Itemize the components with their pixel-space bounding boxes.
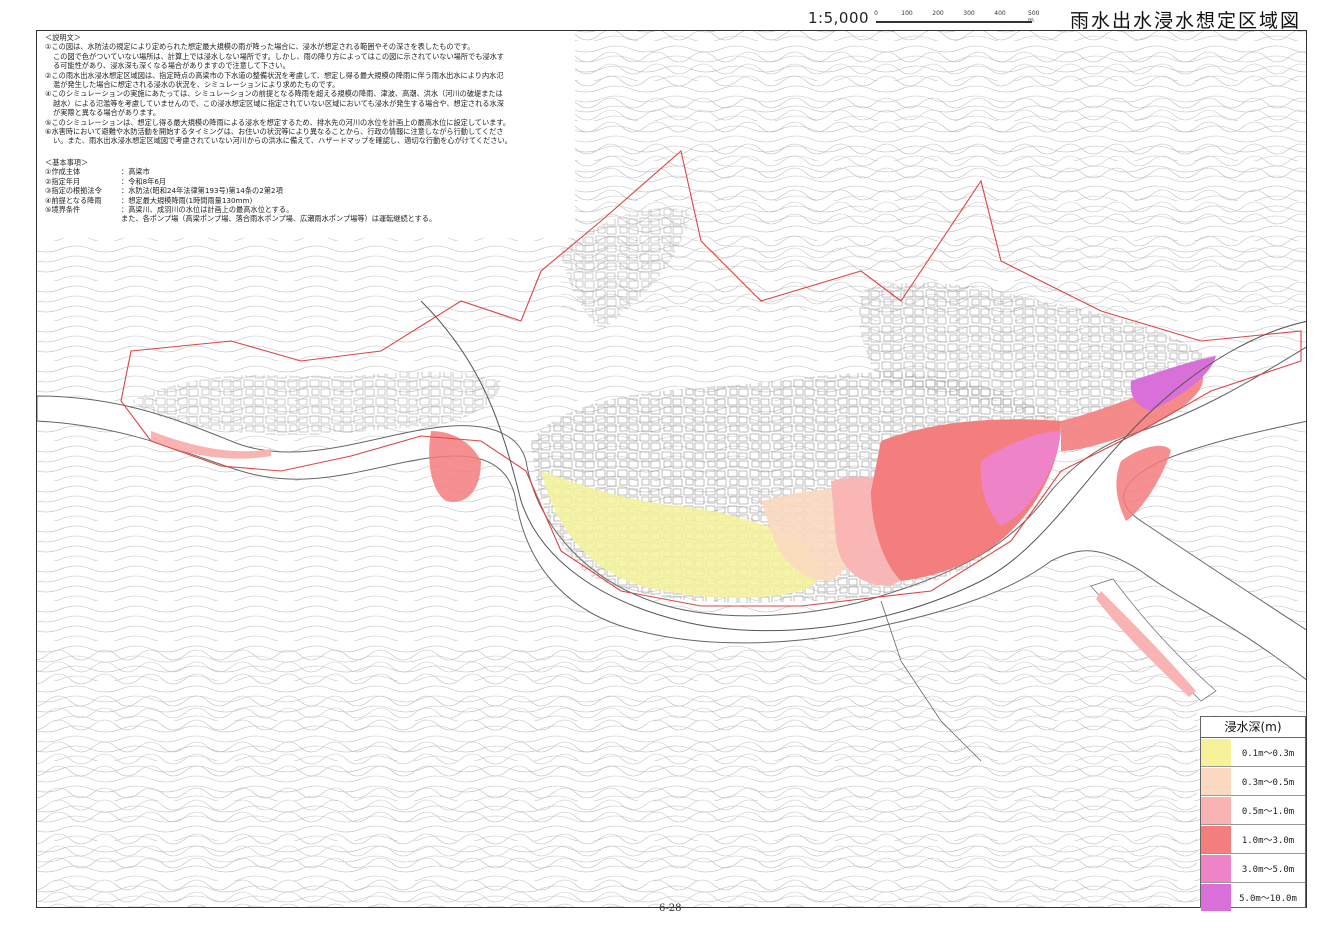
basic-item-label: ④前提となる降雨 bbox=[45, 195, 102, 205]
legend-swatch bbox=[1201, 767, 1231, 795]
legend-title: 浸水深(m) bbox=[1201, 717, 1305, 738]
explanation-line: ⑤このシミュレーションは、想定し得る最大規模の降雨による浸水を想定するため、排水… bbox=[45, 117, 511, 127]
scale-bar: 0 100 200 300 400 500 m bbox=[872, 10, 1052, 30]
explanation-line: が実際と異なる場合があります。 bbox=[53, 108, 161, 118]
legend-swatch bbox=[1201, 796, 1231, 824]
basic-item-value: ：水防法(昭和24年法律第193号)第14条の2第2項 bbox=[121, 186, 283, 196]
legend-label: 0.3m〜0.5m bbox=[1241, 777, 1295, 788]
basic-item-label: ②指定年月 bbox=[45, 176, 81, 186]
basic-item-label: ⑤境界条件 bbox=[45, 204, 81, 214]
map-page: 1:5,000 0 100 200 300 400 500 m 雨水出水浸水想定… bbox=[0, 0, 1344, 933]
legend-label: 0.1m〜0.3m bbox=[1241, 748, 1295, 759]
basic-item-value: ：想定最大規模降雨(1時間雨量130mm) bbox=[121, 195, 253, 205]
scale-ratio: 1:5,000 bbox=[808, 9, 870, 27]
explanation-line: る可能性があり、浸水深も深くなる場合がありますので注意して下さい。 bbox=[53, 61, 290, 71]
basic-item-row: ⑤境界条件 ：高梁川、成羽川の水位は計画上の最高水位とする。 bbox=[45, 205, 567, 214]
flood-depth-legend: 浸水深(m) 0.1m〜0.3m 0.3m〜0.5m 0.5m〜1.0m 1.0… bbox=[1200, 716, 1306, 911]
explanation-line: ⑥水害時において避難や水防活動を開始するタイミングは、お住いの状況等により異なる… bbox=[45, 127, 504, 137]
basic-items-heading: ＜基本事項＞ bbox=[45, 157, 89, 167]
legend-label: 1.0m〜3.0m bbox=[1241, 835, 1295, 846]
legend-label: 0.5m〜1.0m bbox=[1241, 806, 1295, 817]
basic-item-value: ：高梁市 bbox=[121, 167, 150, 177]
legend-row: 1.0m〜3.0m bbox=[1201, 825, 1305, 854]
legend-row: 0.5m〜1.0m bbox=[1201, 796, 1305, 825]
scale-tick: 0 bbox=[874, 10, 878, 17]
explanation-line: ①この図は、水防法の規定により定められた想定最大規模の雨が降った場合に、浸水が想… bbox=[45, 42, 475, 52]
legend-swatch bbox=[1201, 825, 1231, 853]
legend-swatch bbox=[1201, 738, 1231, 766]
explanation-heading: ＜説明文＞ bbox=[45, 33, 81, 42]
explanation-line: 濫が発生した場合に想定される浸水の状況を、シミュレーションにより求めたものです。 bbox=[53, 80, 340, 90]
legend-swatch bbox=[1201, 854, 1231, 882]
legend-row: 3.0m〜5.0m bbox=[1201, 854, 1305, 883]
terrain-contours-north bbox=[561, 31, 1306, 311]
basic-item-value: ：高梁川、成羽川の水位は計画上の最高水位とする。 bbox=[121, 204, 294, 214]
legend-label: 5.0m〜10.0m bbox=[1239, 893, 1297, 904]
basic-item-label: ①作成主体 bbox=[45, 167, 81, 177]
scale-tick: 300 bbox=[963, 10, 975, 17]
basic-item-label: ③指定の根拠法令 bbox=[45, 186, 102, 196]
basic-item-row: ①作成主体 ：高梁市 bbox=[45, 167, 567, 176]
scale-tick: 500 m bbox=[1028, 10, 1040, 24]
legend-swatch bbox=[1201, 883, 1231, 911]
scale-tick: 400 bbox=[994, 10, 1006, 17]
scale-bar-line bbox=[876, 21, 1032, 23]
basic-item-row: ④前提となる降雨 ：想定最大規模降雨(1時間雨量130mm) bbox=[45, 196, 567, 205]
explanation-line: 越水）による氾濫等を考慮していませんので、この浸水想定区域に指定されていない区域… bbox=[53, 98, 504, 108]
map-header: 1:5,000 0 100 200 300 400 500 m 雨水出水浸水想定… bbox=[800, 8, 1320, 59]
basic-item-row: ②指定年月 ：令和8年6月 bbox=[45, 177, 567, 186]
legend-label: 3.0m〜5.0m bbox=[1241, 864, 1295, 875]
explanation-line: ②この雨水出水浸水想定区域図は、指定時点の高梁市の下水道の整備状況を考慮して、想… bbox=[45, 70, 504, 80]
explanation-line: ④このシミュレーションの実施にあたっては、シミュレーションの前提となる降雨を超え… bbox=[45, 89, 503, 99]
basic-item-continuation: また、各ポンプ場（高梁ポンプ場、落合雨水ポンプ場、広瀬雨水ポンプ場等）は運転継続… bbox=[121, 214, 437, 224]
legend-row: 0.1m〜0.3m bbox=[1201, 738, 1305, 767]
explanation-line: この図で色がついていない場所は、計算上では浸水しない場所です。しかし、雨の降り方… bbox=[53, 51, 504, 61]
legend-row: 0.3m〜0.5m bbox=[1201, 767, 1305, 796]
explanation-panel: ＜説明文＞ ①この図は、水防法の規定により定められた想定最大規模の雨が降った場合… bbox=[37, 31, 575, 238]
scale-tick: 200 bbox=[932, 10, 944, 17]
basic-item-value: ：令和8年6月 bbox=[121, 176, 167, 186]
terrain-contours-south bbox=[37, 641, 1197, 907]
scale-tick: 100 bbox=[901, 10, 913, 17]
explanation-line: い。また、雨水出水浸水想定区域図で考慮されていない河川からの洪水に備えて、ハザー… bbox=[53, 136, 512, 146]
basic-item-row: ③指定の根拠法令 ：水防法(昭和24年法律第193号)第14条の2第2項 bbox=[45, 186, 567, 195]
legend-row: 5.0m〜10.0m bbox=[1201, 883, 1305, 911]
page-number: 6-28 bbox=[659, 903, 682, 914]
